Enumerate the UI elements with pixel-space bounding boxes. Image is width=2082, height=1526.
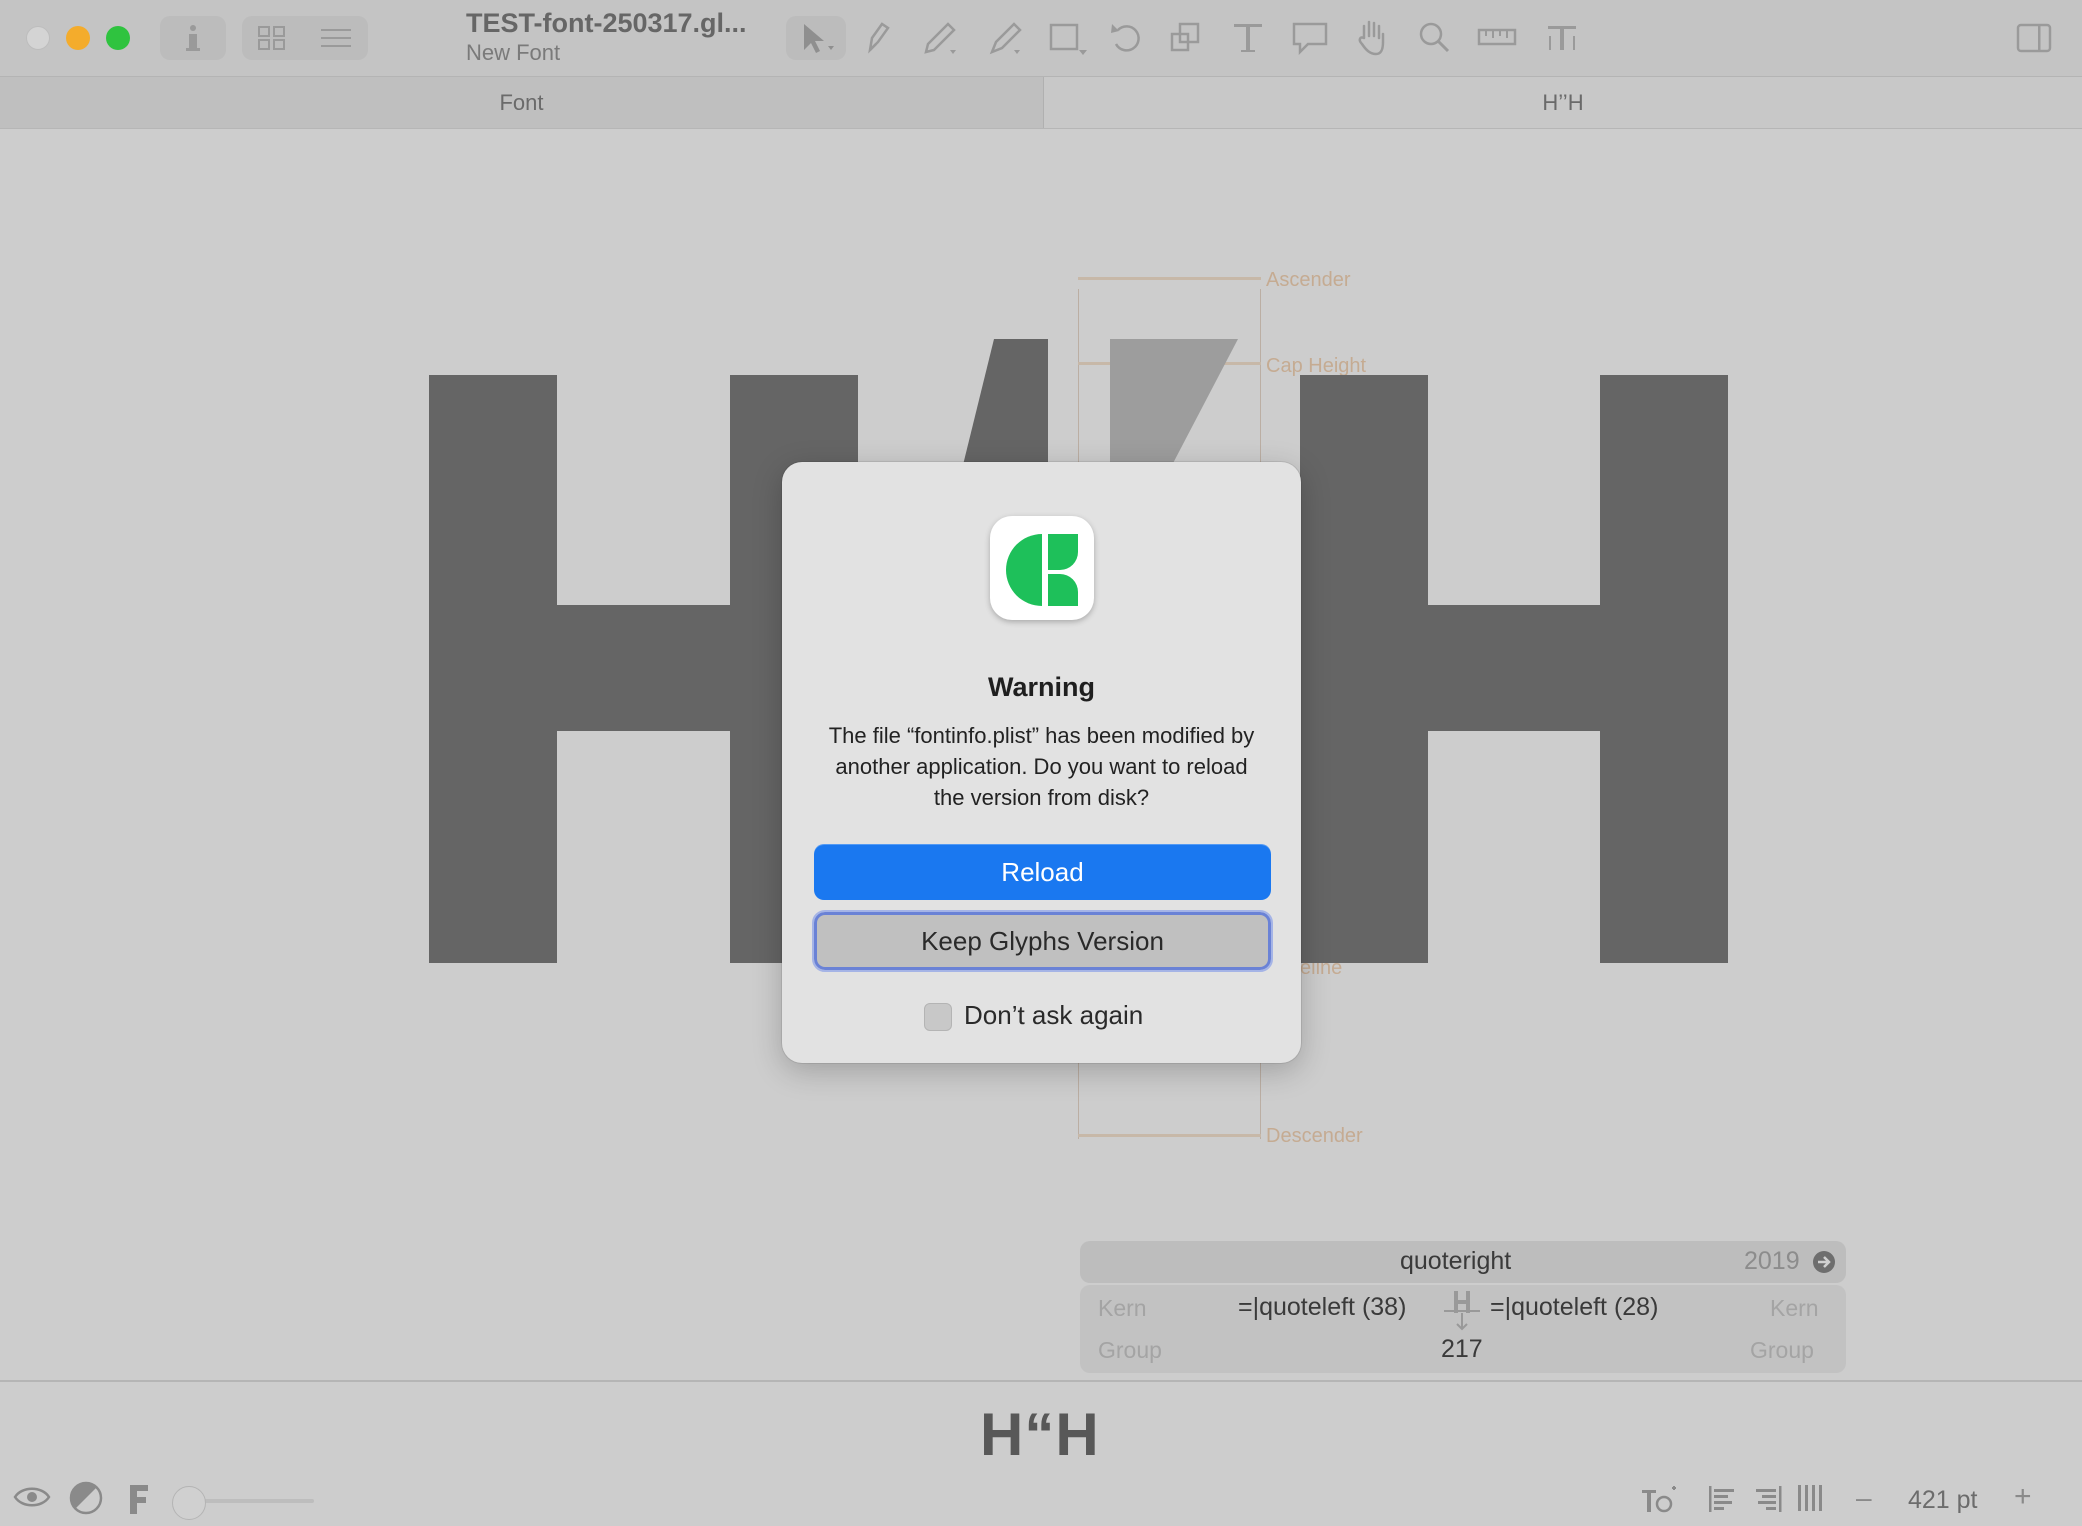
zoom-level[interactable]: 421 pt: [1908, 1486, 1978, 1515]
descender-line: [1078, 1134, 1261, 1137]
glyph-h-right-stem2: [1600, 375, 1728, 963]
measure-icon: [1477, 28, 1517, 46]
preview-size-slider-knob[interactable]: [172, 1486, 206, 1520]
vertical-text-icon[interactable]: [1796, 1482, 1824, 1514]
ascender-line: [1078, 277, 1261, 280]
glyph-name[interactable]: quoteright: [1400, 1247, 1511, 1276]
zoom-tool-button[interactable]: [1412, 16, 1456, 60]
dialog-message: The file “fontinfo.plist” has been modif…: [828, 723, 1255, 810]
glyph-h-left-bar: [557, 605, 730, 731]
annotation-icon: [1292, 22, 1328, 56]
glyph-h-right-bar: [1428, 605, 1600, 731]
annotation-tool-button[interactable]: [1288, 16, 1332, 60]
align-right-icon[interactable]: [1752, 1484, 1784, 1514]
text-tool-icon: [1234, 24, 1262, 52]
measure-tool-button[interactable]: [1474, 16, 1520, 60]
text-tool-button[interactable]: [1226, 16, 1270, 60]
contrast-icon[interactable]: [68, 1480, 104, 1516]
keep-glyphs-version-button[interactable]: Keep Glyphs Version: [812, 910, 1273, 972]
width-lock-icon[interactable]: [1442, 1289, 1482, 1333]
document-subtitle: New Font: [466, 40, 561, 65]
zoom-icon: [1419, 22, 1450, 53]
hand-tool-button[interactable]: [1350, 16, 1394, 60]
metrics-tool-button[interactable]: [1540, 16, 1584, 60]
ascender-label: Ascender: [1266, 269, 1351, 291]
pen-tool-button[interactable]: [856, 16, 900, 60]
view-mode-segment: [242, 16, 368, 60]
title-bar: TEST-font-250317.gl... New Font: [0, 0, 2082, 77]
align-left-icon[interactable]: [1706, 1484, 1738, 1514]
rotate-tool-button[interactable]: [1104, 16, 1148, 60]
brush-tool-button[interactable]: [984, 16, 1028, 60]
minimize-window-button[interactable]: [66, 26, 90, 50]
zoom-out-button[interactable]: –: [1856, 1482, 1872, 1514]
metrics-tool-icon: [1548, 26, 1576, 50]
right-group-label: Group: [1750, 1337, 1814, 1363]
font-f-icon[interactable]: [124, 1482, 154, 1516]
reload-button[interactable]: Reload: [814, 844, 1271, 900]
draw-tool-button[interactable]: [918, 16, 962, 60]
glyph-h-right-stem: [1300, 375, 1428, 963]
eye-icon[interactable]: [12, 1482, 52, 1512]
glyphs-window: TEST-font-250317.gl... New Font Font H’’…: [0, 0, 2082, 1526]
warning-dialog: Warning The file “fontinfo.plist” has be…: [782, 462, 1301, 1063]
grid-view-icon[interactable]: [256, 24, 288, 52]
dont-ask-again-checkbox[interactable]: [924, 1003, 952, 1031]
list-view-icon[interactable]: [318, 24, 354, 52]
tab-font[interactable]: Font: [0, 77, 1044, 128]
left-group-label: Group: [1098, 1337, 1162, 1363]
tab-bar: Font H’’H: [0, 77, 2082, 129]
dialog-title: Warning: [988, 672, 1095, 702]
left-kern-label: Kern: [1098, 1295, 1147, 1321]
glyphs-app-icon: [990, 516, 1094, 620]
close-window-button[interactable]: [26, 26, 50, 50]
glyph-unicode: 2019: [1744, 1247, 1800, 1275]
glyph-name-row: quoteright 2019: [1080, 1241, 1846, 1283]
sidebar-toggle-icon: [2016, 23, 2052, 53]
draw-pencil-icon: [924, 22, 956, 54]
select-arrow-icon: [804, 24, 834, 53]
scale-tool-button[interactable]: [1164, 16, 1208, 60]
scale-icon: [1170, 22, 1200, 52]
preview-area: H“H – +: [0, 1380, 2082, 1526]
info-button[interactable]: [160, 16, 226, 60]
zoom-in-button[interactable]: +: [2014, 1480, 2032, 1514]
zoom-window-button[interactable]: [106, 26, 130, 50]
left-kern-group[interactable]: =|quoteleft (38): [1238, 1293, 1406, 1322]
select-tool-button[interactable]: [786, 16, 846, 60]
rectangle-tool-button[interactable]: [1046, 16, 1090, 60]
kerning-row: Kern =|quoteleft (38) =|quoteleft (28) K…: [1080, 1285, 1846, 1373]
right-kern-group[interactable]: =|quoteleft (28): [1490, 1293, 1658, 1322]
document-title: TEST-font-250317.gl...: [466, 8, 747, 38]
rotate-icon: [1111, 24, 1140, 52]
brush-icon: [989, 22, 1022, 55]
rectangle-tool-icon: [1049, 23, 1087, 55]
pen-icon: [868, 22, 890, 54]
preview-text: H“H: [980, 1401, 1100, 1468]
go-to-glyph-icon[interactable]: [1812, 1250, 1836, 1274]
text-case-icon[interactable]: [1640, 1482, 1680, 1518]
right-kern-label: Kern: [1770, 1295, 1819, 1321]
hand-icon: [1358, 20, 1385, 56]
glyph-width-value[interactable]: 217: [1441, 1335, 1483, 1364]
sidebar-toggle-button[interactable]: [2012, 16, 2056, 60]
descender-label: Descender: [1266, 1125, 1363, 1147]
dont-ask-again-label[interactable]: Don’t ask again: [964, 1000, 1143, 1031]
glyph-info-panel: quoteright 2019 Kern =|quoteleft (38) =|…: [1080, 1241, 1846, 1373]
glyph-h-left-stem: [429, 375, 557, 963]
info-icon: [186, 25, 200, 51]
tab-edit-text[interactable]: H’’H: [1044, 77, 2082, 128]
